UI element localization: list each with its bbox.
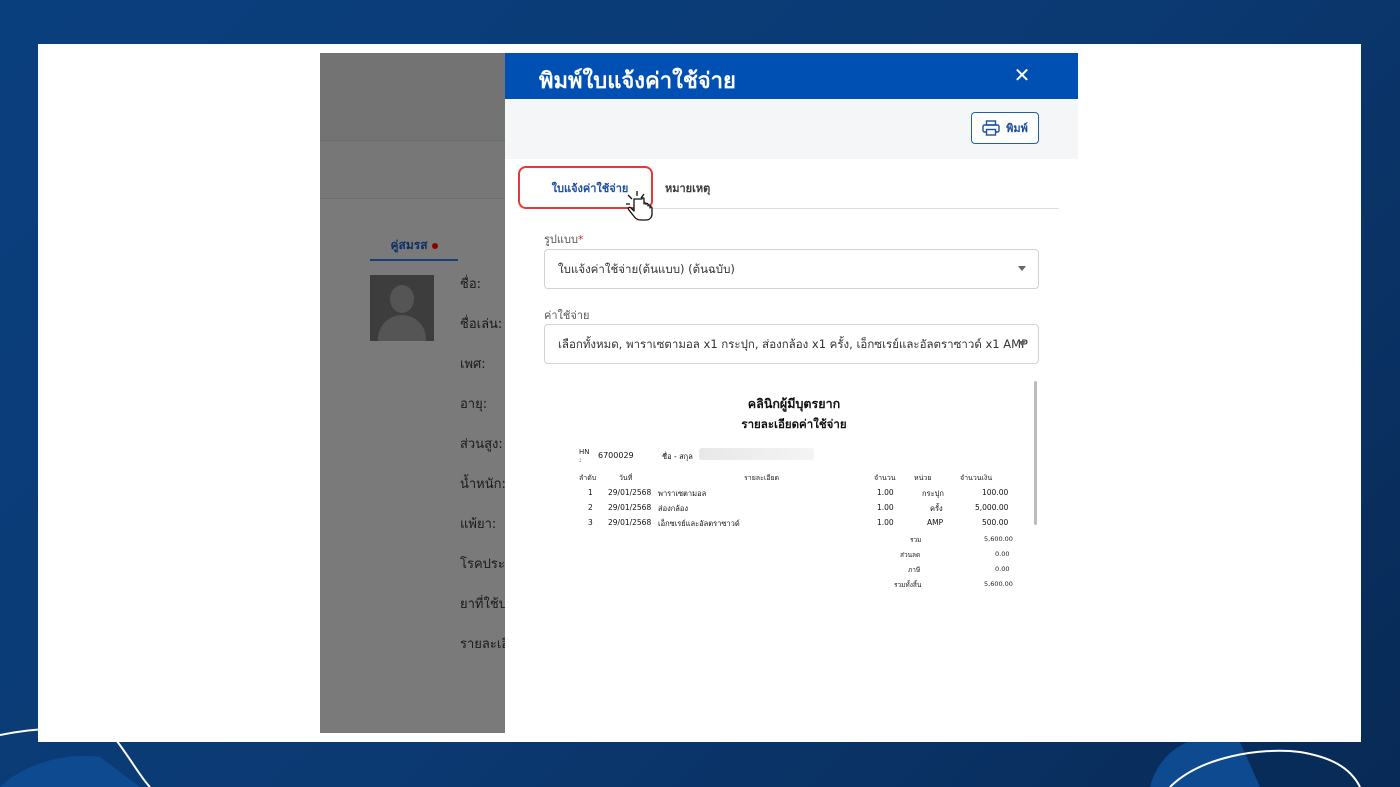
summary-discount-value: 0.00 <box>995 550 1010 558</box>
print-invoice-dialog: พิมพ์ใบแจ้งค่าใช้จ่าย ✕ พิมพ์ ใบแจ้งค่าใ… <box>505 53 1078 733</box>
hn-label-text: HN <box>579 448 590 456</box>
field-disease-label: โรคประจ <box>460 557 508 572</box>
summary-tax-value: 0.00 <box>995 565 1010 573</box>
row3-amount: 500.00 <box>982 518 1009 527</box>
background-app: คู่สมรส ชื่อ: ชื่อเล่น: เพศ: อายุ: ส่วนส… <box>320 53 508 733</box>
summary-grand-total-value: 5,600.00 <box>984 580 1013 588</box>
hn-value: 6700029 <box>598 451 634 460</box>
avatar <box>370 275 434 341</box>
avatar-head <box>390 285 414 313</box>
dialog-title: พิมพ์ใบแจ้งค่าใช้จ่าย <box>539 69 736 94</box>
format-select-value: ใบแจ้งค่าใช้จ่าย(ต้นแบบ) (ต้นฉบับ) <box>558 262 735 276</box>
dialog-toolbar: พิมพ์ <box>505 99 1078 159</box>
row1-date: 29/01/2568 <box>608 488 652 497</box>
tab-spouse-label: คู่สมรส <box>390 238 428 252</box>
hn-colon: : <box>579 456 582 464</box>
close-icon[interactable]: ✕ <box>1010 63 1034 87</box>
summary-total-value: 5,600.00 <box>984 535 1013 543</box>
field-weight-label: น้ำหนัก: <box>460 477 506 492</box>
row2-qty: 1.00 <box>877 503 894 512</box>
format-select[interactable]: ใบแจ้งค่าใช้จ่าย(ต้นแบบ) (ต้นฉบับ) <box>544 249 1039 289</box>
row1-detail: พาราเซตามอล <box>658 489 707 498</box>
row3-qty: 1.00 <box>877 518 894 527</box>
avatar-body <box>378 315 426 341</box>
expense-label: ค่าใช้จ่าย <box>544 309 590 322</box>
required-mark: * <box>577 233 584 246</box>
summary-tax-label: ภาษี <box>908 566 921 574</box>
chevron-down-icon <box>1018 341 1026 346</box>
preview-scrollbar[interactable] <box>1034 381 1037 525</box>
summary-discount-label: ส่วนลด <box>900 551 921 559</box>
clinic-name: คลินิกผู้มีบุตรยาก <box>747 396 841 411</box>
invoice-preview[interactable]: คลินิกผู้มีบุตรยาก รายละเอียดค่าใช้จ่าย … <box>544 381 1039 621</box>
format-label-text: รูปแบบ <box>544 233 578 246</box>
required-dot <box>431 242 438 249</box>
col-unit: หน่วย <box>914 474 932 482</box>
col-qty: จำนวน <box>874 474 896 482</box>
row1-unit: กระปุก <box>922 489 944 498</box>
redacted-name <box>699 448 814 460</box>
dialog-header: พิมพ์ใบแจ้งค่าใช้จ่าย ✕ <box>505 53 1078 99</box>
field-height-label: ส่วนสูง: <box>460 437 503 452</box>
summary-grand-total-label: รวมทั้งสิ้น <box>894 581 922 589</box>
field-nickname-label: ชื่อเล่น: <box>460 317 503 332</box>
name-label: ชื่อ - สกุล <box>662 452 693 461</box>
background-subbar <box>320 141 508 199</box>
row2-amount: 5,000.00 <box>975 503 1009 512</box>
hand-cursor-icon <box>626 191 653 221</box>
profile-fields: ชื่อ: ชื่อเล่น: เพศ: อายุ: ส่วนสูง: น้ำห… <box>460 275 508 675</box>
format-label: รูปแบบ* <box>544 230 583 248</box>
field-medication-label: ยาที่ใช้ป <box>460 597 507 612</box>
expense-select[interactable]: เลือกทั้งหมด, พาราเซตามอล x1 กระปุก, ส่อ… <box>544 324 1039 364</box>
row3-no: 3 <box>588 518 593 527</box>
row1-qty: 1.00 <box>877 488 894 497</box>
field-gender-label: เพศ: <box>460 357 486 372</box>
summary-total-label: รวม <box>910 536 922 544</box>
expense-select-value: เลือกทั้งหมด, พาราเซตามอล x1 กระปุก, ส่อ… <box>558 337 1028 351</box>
tab-note[interactable]: หมายเหตุ <box>665 169 710 209</box>
hn-label: HN: <box>579 448 590 464</box>
col-no: ลำดับ <box>579 474 597 482</box>
row2-detail: ส่องกล้อง <box>658 504 689 513</box>
row2-unit: ครั้ง <box>930 504 943 513</box>
row3-detail: เอ็กซเรย์และอัลตราซาวด์ <box>658 519 740 528</box>
row1-amount: 100.00 <box>982 488 1009 497</box>
row1-no: 1 <box>588 488 593 497</box>
field-name-label: ชื่อ: <box>460 277 482 292</box>
col-amount: จำนวนเงิน <box>960 474 993 482</box>
row2-no: 2 <box>588 503 593 512</box>
tab-spouse: คู่สมรส <box>370 233 458 261</box>
print-button-label: พิมพ์ <box>1006 122 1028 135</box>
row2-date: 29/01/2568 <box>608 503 652 512</box>
col-detail: รายละเอียด <box>744 474 780 482</box>
field-age-label: อายุ: <box>460 397 488 412</box>
col-date: วันที่ <box>619 474 633 482</box>
background-topbar <box>320 53 508 141</box>
field-detail-label: รายละเอี <box>460 637 508 652</box>
row3-date: 29/01/2568 <box>608 518 652 527</box>
print-button[interactable]: พิมพ์ <box>971 112 1039 144</box>
document-title: รายละเอียดค่าใช้จ่าย <box>741 417 847 431</box>
chevron-down-icon <box>1018 266 1026 271</box>
printer-icon <box>982 120 1000 136</box>
row3-unit: AMP <box>927 518 944 527</box>
field-allergy-label: แพ้ยา: <box>460 517 497 532</box>
